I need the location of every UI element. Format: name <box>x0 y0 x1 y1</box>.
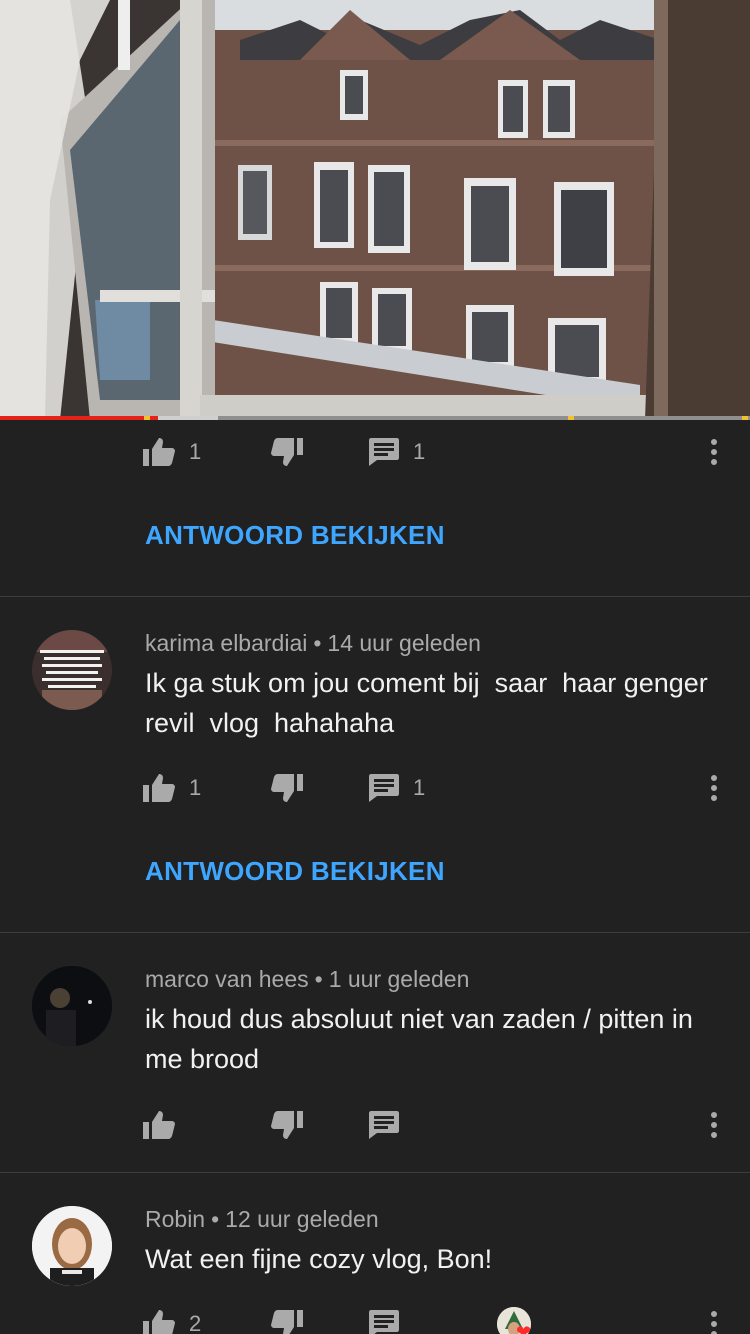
thumbs-down-icon <box>271 774 303 802</box>
comment-icon <box>369 1310 399 1334</box>
like-count: 1 <box>189 439 202 464</box>
avatar[interactable] <box>32 630 112 710</box>
more-vertical-icon <box>711 439 717 465</box>
thumbs-up-icon <box>143 438 175 466</box>
reply-button[interactable] <box>369 1304 399 1334</box>
comment-text: Wat een fijne cozy vlog, Bon! <box>145 1244 493 1274</box>
dislike-button[interactable] <box>271 1105 303 1145</box>
comment-text: ik houd dus absoluut niet van zaden / pi… <box>145 1004 701 1074</box>
dislike-button[interactable] <box>271 1304 303 1334</box>
like-button[interactable]: 1 <box>143 768 201 808</box>
played-bar <box>0 416 158 420</box>
thumbs-up-icon <box>143 1310 175 1334</box>
comment-text: Ik ga stuk om jou coment bij saar haar g… <box>145 668 716 738</box>
avatar[interactable] <box>32 1206 112 1286</box>
reply-count: 1 <box>413 439 426 464</box>
reply-count: 1 <box>413 775 426 800</box>
more-options-button[interactable] <box>704 768 724 808</box>
comment-actions: 1 1 <box>0 768 750 808</box>
reply-button[interactable]: 1 <box>369 768 425 808</box>
heart-icon: ❤ <box>516 1322 532 1334</box>
comment-meta: marco van hees • 1 uur geleden <box>145 966 470 992</box>
like-button[interactable]: 1 <box>143 432 201 472</box>
comment-icon <box>369 774 399 802</box>
comment-time: 12 uur geleden <box>225 1206 379 1232</box>
view-replies-link[interactable]: ANTWOORD BEKIJKEN <box>145 856 445 887</box>
thumbs-up-icon <box>143 774 175 802</box>
like-count: 2 <box>189 1311 202 1334</box>
comment-thread: Robin • 12 uur geleden Wat een fijne cozy … <box>0 1173 750 1334</box>
comment-actions: 1 1 <box>0 432 750 472</box>
comment-actions: 2 <box>0 1304 750 1334</box>
more-vertical-icon <box>711 1311 717 1334</box>
author-name[interactable]: marco van hees <box>145 966 309 992</box>
view-replies-link[interactable]: ANTWOORD BEKIJKEN <box>145 520 445 551</box>
author-name[interactable]: Robin <box>145 1206 205 1232</box>
chapter-marker <box>742 416 748 420</box>
thumbs-up-icon <box>143 1111 175 1139</box>
comment-time: 1 uur geleden <box>328 966 470 992</box>
comment-time: 14 uur geleden <box>327 630 481 656</box>
chapter-marker <box>144 416 150 420</box>
more-vertical-icon <box>711 1112 717 1138</box>
comments-screen: 1 1 ANTWOORD BEKIJKEN karima elbardiai •… <box>0 0 750 1334</box>
comment-thread: karima elbardiai • 14 uur geleden Ik ga st… <box>0 597 750 933</box>
like-button[interactable] <box>143 1105 175 1145</box>
dislike-button[interactable] <box>271 768 303 808</box>
author-name[interactable]: karima elbardiai <box>145 630 307 656</box>
thumbs-down-icon <box>271 1111 303 1139</box>
video-progress-bar[interactable] <box>0 416 750 420</box>
video-player[interactable] <box>0 0 750 420</box>
reply-button[interactable] <box>369 1105 399 1145</box>
more-options-button[interactable] <box>704 1304 724 1334</box>
chapter-marker <box>568 416 574 420</box>
avatar[interactable] <box>32 966 112 1046</box>
dislike-button[interactable] <box>271 432 303 472</box>
thumbs-down-icon <box>271 1310 303 1334</box>
comment-thread: marco van hees • 1 uur geleden ik houd dus… <box>0 933 750 1172</box>
like-count: 1 <box>189 775 202 800</box>
more-options-button[interactable] <box>704 1105 724 1145</box>
comment-actions <box>0 1105 750 1145</box>
comment-meta: karima elbardiai • 14 uur geleden <box>145 630 481 656</box>
comment-meta: Robin • 12 uur geleden <box>145 1206 379 1232</box>
comment-icon <box>369 1111 399 1139</box>
like-button[interactable]: 2 <box>143 1304 201 1334</box>
avatar-image <box>32 966 112 1046</box>
avatar-image <box>32 630 112 710</box>
more-options-button[interactable] <box>704 432 724 472</box>
comment-icon <box>369 438 399 466</box>
thumbs-down-icon <box>271 438 303 466</box>
avatar-image <box>32 1206 112 1286</box>
more-vertical-icon <box>711 775 717 801</box>
video-frame <box>0 0 750 420</box>
reply-button[interactable]: 1 <box>369 432 425 472</box>
